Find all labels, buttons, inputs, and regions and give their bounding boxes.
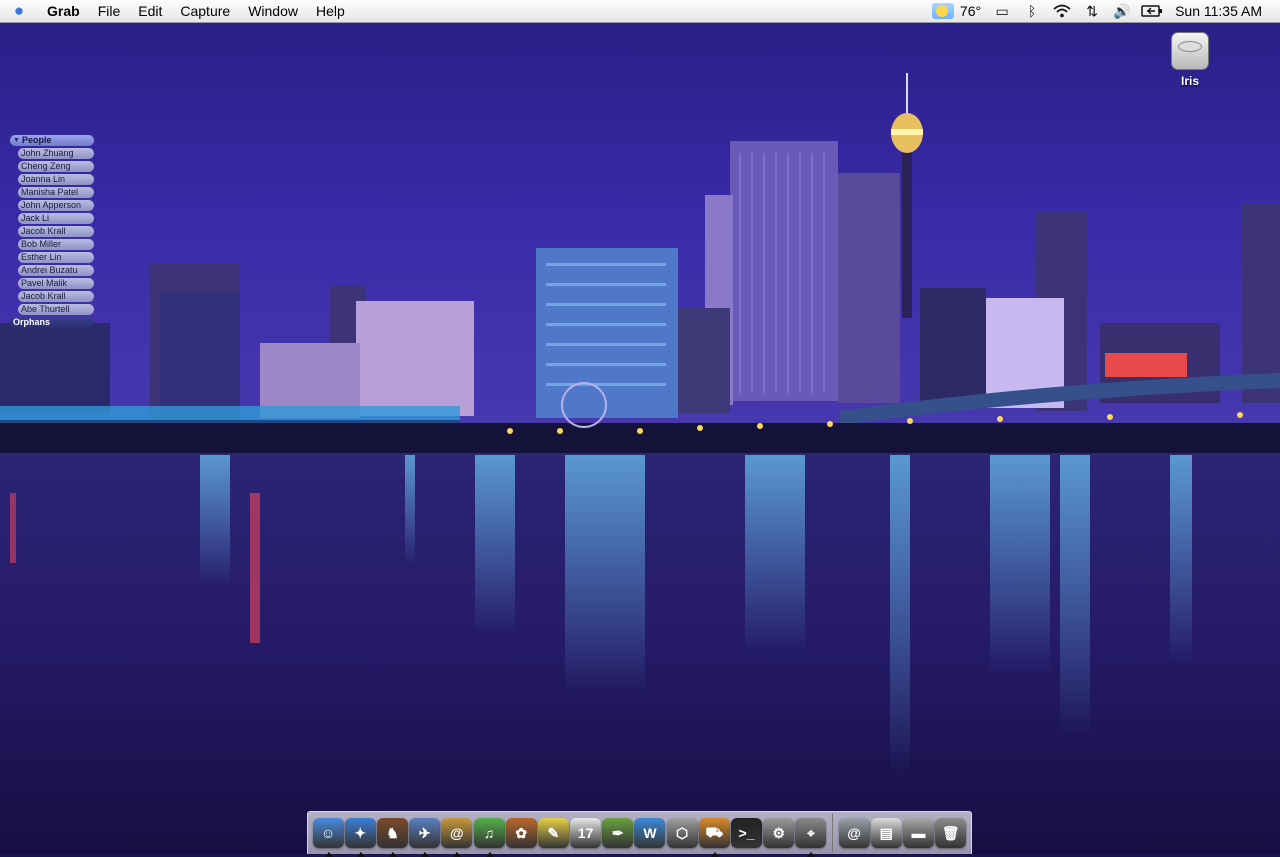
temperature-value: 76° — [959, 3, 982, 19]
desktop-drive-iris[interactable]: Iris — [1163, 32, 1217, 88]
dock-apps: ☺ ✦ ♞ ✈ @ ♫ ✿ ✎ 17 ✒ W ⬡ ⛟ >_ ⚙ ⌖ — [312, 818, 827, 857]
safari-glyph: ✦ — [354, 824, 367, 841]
weather-sun-icon — [931, 3, 954, 19]
group-title: People — [21, 135, 52, 145]
running-indicator-icon — [807, 852, 816, 857]
mail-glyph: ✈ — [418, 824, 431, 841]
internet-connect-glyph: @ — [847, 825, 861, 841]
system-prefs-icon[interactable]: ⚙ — [763, 818, 795, 848]
bluetooth-icon[interactable]: ᛒ — [1017, 0, 1047, 22]
group-orphans[interactable]: Orphans — [10, 317, 94, 328]
package-icon[interactable]: ⬡ — [666, 818, 698, 848]
internet-connect-icon[interactable]: @ — [838, 818, 870, 848]
running-indicator-icon — [356, 852, 365, 857]
terminal-glyph: >_ — [738, 825, 755, 841]
iphoto-glyph: ✿ — [515, 824, 528, 841]
volume-icon[interactable]: 🔊 — [1107, 0, 1137, 22]
display-icon[interactable]: ▭ — [987, 0, 1017, 22]
transmit-icon[interactable]: ⛟ — [698, 818, 730, 857]
menu-window[interactable]: Window — [239, 0, 307, 22]
person-item[interactable]: Jacob Krall — [18, 226, 94, 237]
apple-menu[interactable]: ● — [0, 1, 38, 21]
menu-capture[interactable]: Capture — [171, 0, 239, 22]
person-item[interactable]: Pavel Malik — [18, 278, 94, 289]
person-item[interactable]: Jack Li — [18, 213, 94, 224]
chess-icon[interactable]: ♞ — [376, 818, 408, 857]
apple-icon: ● — [13, 1, 25, 20]
dock-separator — [832, 814, 833, 852]
person-item[interactable]: John Apperson — [18, 200, 94, 211]
trash-icon[interactable]: 🗑 — [935, 818, 967, 848]
package-glyph: ⬡ — [676, 824, 689, 841]
finder-icon[interactable]: ☺ — [312, 818, 344, 857]
running-indicator-icon — [388, 852, 397, 857]
wifi-icon[interactable] — [1047, 0, 1077, 22]
running-indicator-icon — [485, 852, 494, 857]
address-book-glyph: @ — [450, 825, 464, 841]
network-drive-glyph: ▬ — [911, 825, 926, 841]
textedit-glyph: ✒ — [611, 824, 624, 841]
screenshot-doc-icon[interactable]: ▤ — [870, 818, 902, 848]
person-item[interactable]: Abe Thurtell — [18, 304, 94, 315]
person-item[interactable]: Jacob Krall — [18, 291, 94, 302]
disclosure-triangle-icon[interactable]: ▼ — [13, 135, 20, 146]
dock-documents: @ ▤ ▬ 🗑 — [838, 818, 967, 848]
running-indicator-icon — [453, 852, 462, 857]
menu-edit[interactable]: Edit — [129, 0, 171, 22]
system-prefs-glyph: ⚙ — [772, 824, 785, 841]
trash-glyph: 🗑 — [941, 824, 960, 841]
desktop-wallpaper — [0, 23, 1280, 854]
sync-icon[interactable]: ⇅ — [1077, 0, 1107, 22]
stickies-icon[interactable]: ✎ — [537, 818, 569, 848]
menu-clock[interactable]: Sun 11:35 AM — [1167, 0, 1280, 22]
running-indicator-icon — [324, 852, 333, 857]
people-widget: ▼ People John Zhuang Cheng Zeng Joanna L… — [10, 135, 94, 328]
person-item[interactable]: Esther Lin — [18, 252, 94, 263]
grab-glyph: ⌖ — [806, 824, 815, 841]
itunes-glyph: ♫ — [483, 825, 495, 841]
running-indicator-icon — [710, 852, 719, 857]
stickies-glyph: ✎ — [547, 824, 560, 841]
chess-glyph: ♞ — [386, 824, 399, 841]
mail-icon[interactable]: ✈ — [409, 818, 441, 857]
textedit-icon[interactable]: ✒ — [602, 818, 634, 848]
weather-menu-extra[interactable]: 76° — [929, 0, 987, 22]
menu-help[interactable]: Help — [307, 0, 354, 22]
address-book-icon[interactable]: @ — [441, 818, 473, 857]
screenshot-doc-glyph: ▤ — [879, 824, 893, 841]
person-item[interactable]: Joanna Lin — [18, 174, 94, 185]
iphoto-icon[interactable]: ✿ — [505, 818, 537, 848]
menu-app-grab[interactable]: Grab — [38, 0, 89, 22]
finder-glyph: ☺ — [320, 825, 336, 841]
safari-icon[interactable]: ✦ — [344, 818, 376, 857]
word-icon[interactable]: W — [634, 818, 666, 848]
person-item[interactable]: Manisha Patel — [18, 187, 94, 198]
dock: ☺ ✦ ♞ ✈ @ ♫ ✿ ✎ 17 ✒ W ⬡ ⛟ >_ ⚙ ⌖ @ ▤ ▬ 🗑 — [307, 811, 972, 857]
itunes-icon[interactable]: ♫ — [473, 818, 505, 857]
ical-glyph: 17 — [577, 825, 594, 841]
menu-file[interactable]: File — [89, 0, 130, 22]
ical-icon[interactable]: 17 — [570, 818, 602, 848]
drive-label: Iris — [1180, 74, 1199, 88]
grab-icon[interactable]: ⌖ — [795, 818, 827, 857]
person-item[interactable]: Bob Miller — [18, 239, 94, 250]
person-item[interactable]: Cheng Zeng — [18, 161, 94, 172]
network-drive-icon[interactable]: ▬ — [902, 818, 934, 848]
menu-bar: ● Grab File Edit Capture Window Help 76°… — [0, 0, 1280, 23]
word-glyph: W — [643, 825, 657, 841]
battery-icon[interactable] — [1137, 0, 1167, 22]
running-indicator-icon — [421, 852, 430, 857]
group-people[interactable]: ▼ People — [10, 135, 94, 146]
person-item[interactable]: Andrei Buzatu — [18, 265, 94, 276]
hard-drive-icon — [1171, 32, 1209, 70]
terminal-icon[interactable]: >_ — [731, 818, 763, 848]
city-skyline-image — [0, 23, 1280, 854]
person-item[interactable]: John Zhuang — [18, 148, 94, 159]
transmit-glyph: ⛟ — [705, 823, 724, 840]
